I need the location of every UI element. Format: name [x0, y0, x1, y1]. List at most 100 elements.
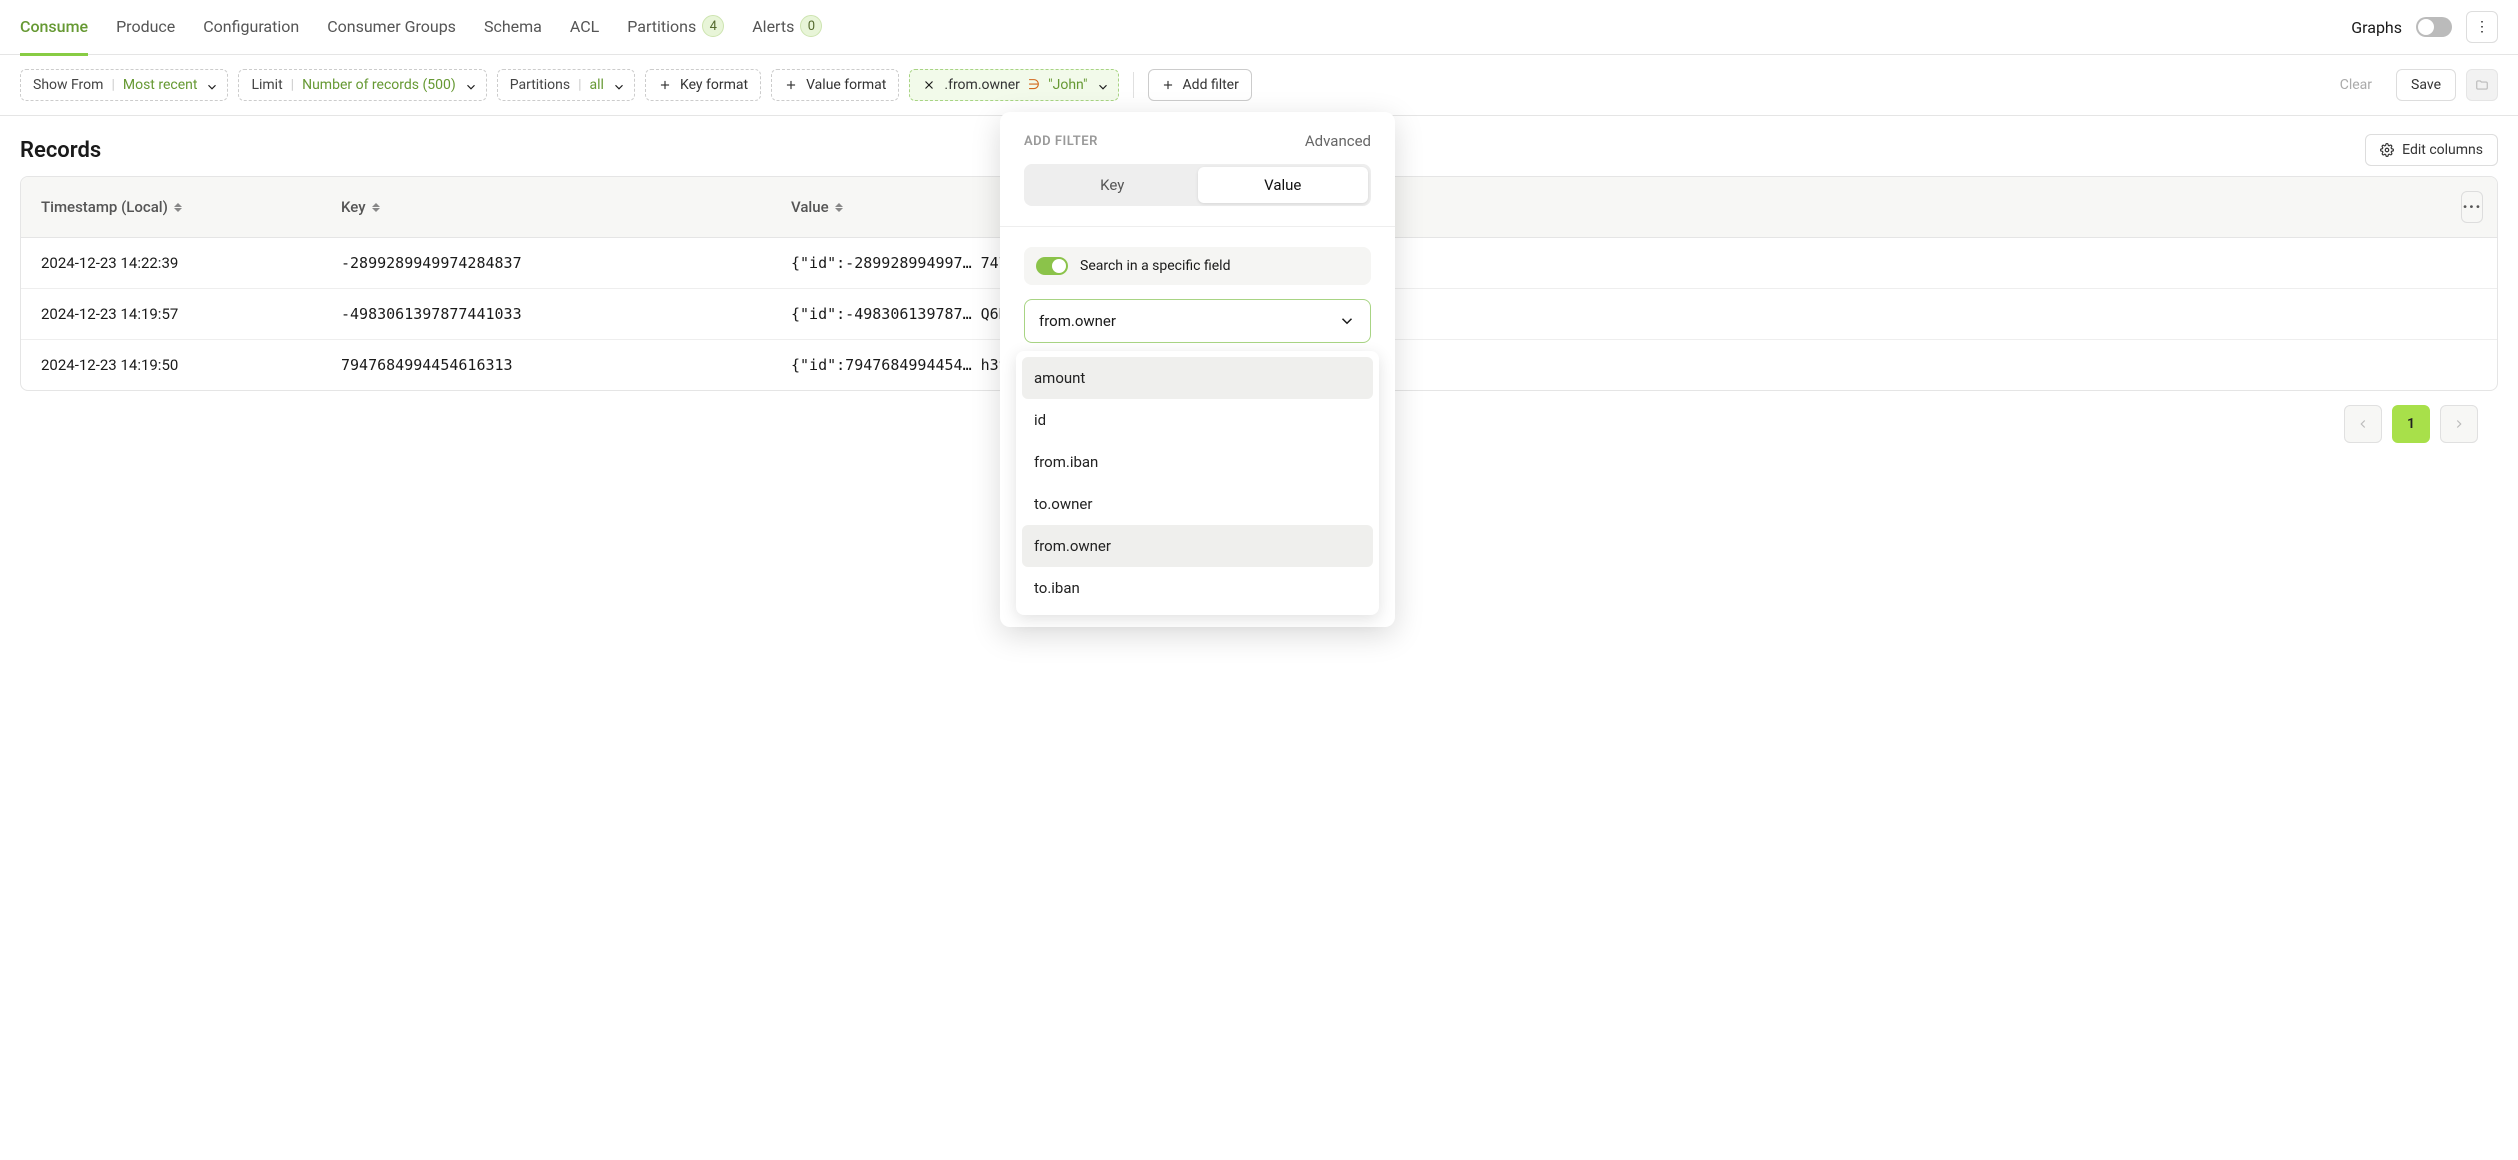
column-label: Value — [791, 198, 829, 216]
close-icon[interactable] — [922, 78, 936, 92]
key-format-chip[interactable]: Key format — [645, 69, 761, 101]
button-label: Edit columns — [2402, 142, 2483, 158]
popover-title: ADD FILTER — [1024, 134, 1098, 149]
cell-empty — [2447, 289, 2497, 339]
dropdown-option-to-iban[interactable]: to.iban — [1022, 567, 1373, 609]
tab-consumer-groups[interactable]: Consumer Groups — [327, 0, 456, 56]
filter-value: "John" — [1048, 77, 1087, 93]
search-field-toggle[interactable] — [1036, 257, 1068, 275]
plus-icon — [658, 78, 672, 92]
dots-icon: ··· — [2462, 197, 2481, 218]
chip-value: all — [590, 77, 604, 93]
tab-acl[interactable]: ACL — [570, 0, 599, 56]
add-filter-button[interactable]: Add filter — [1148, 69, 1252, 101]
plus-icon — [784, 78, 798, 92]
dropdown-option-to-owner[interactable]: to.owner — [1022, 483, 1373, 525]
column-menu: ··· — [2447, 177, 2497, 237]
tab-consume[interactable]: Consume — [20, 0, 88, 56]
more-menu-button[interactable]: ⋮ — [2466, 11, 2498, 43]
table-menu-button[interactable]: ··· — [2461, 191, 2482, 223]
tab-label: Schema — [484, 17, 542, 36]
clear-button[interactable]: Clear — [2326, 70, 2386, 100]
value-format-chip[interactable]: Value format — [771, 69, 899, 101]
tab-label: Consumer Groups — [327, 17, 456, 36]
page-1-button[interactable]: 1 — [2392, 405, 2430, 443]
chip-label: Show From — [33, 77, 103, 93]
chevron-down-icon — [1338, 312, 1356, 330]
separator — [1000, 226, 1395, 227]
chevron-down-icon — [205, 80, 215, 90]
advanced-link[interactable]: Advanced — [1305, 132, 1371, 150]
separator: | — [578, 77, 581, 93]
page-number: 1 — [2407, 416, 2415, 432]
tab-label: Produce — [116, 17, 175, 36]
tab-schema[interactable]: Schema — [484, 0, 542, 56]
graphs-label: Graphs — [2351, 18, 2402, 37]
chip-value: Number of records (500) — [302, 77, 456, 93]
segment-key[interactable]: Key — [1027, 167, 1198, 203]
edit-columns-button[interactable]: Edit columns — [2365, 134, 2498, 166]
select-value: from.owner — [1039, 312, 1116, 330]
tab-label: Consume — [20, 17, 88, 36]
dropdown-option-from-owner[interactable]: from.owner — [1022, 525, 1373, 567]
alerts-badge: 0 — [800, 15, 822, 37]
cell-empty — [2447, 238, 2497, 288]
next-page-button[interactable] — [2440, 405, 2478, 443]
cell-key: -4983061397877441033 — [321, 289, 771, 339]
chip-label: Value format — [806, 77, 886, 93]
column-key[interactable]: Key — [321, 177, 771, 237]
chevron-left-icon — [2356, 417, 2370, 431]
tabs-list: Consume Produce Configuration Consumer G… — [20, 0, 2351, 55]
chip-value: Most recent — [123, 77, 198, 93]
tab-alerts[interactable]: Alerts 0 — [752, 0, 822, 56]
graphs-toggle[interactable] — [2416, 17, 2452, 37]
folder-icon — [2475, 78, 2489, 92]
search-field-label: Search in a specific field — [1080, 258, 1230, 274]
tabs-right: Graphs ⋮ — [2351, 11, 2498, 43]
filter-path: .from.owner — [944, 77, 1020, 93]
filter-bar-right: Clear Save — [2326, 69, 2498, 101]
add-filter-popover: ADD FILTER Advanced Key Value Search in … — [1000, 112, 1395, 627]
sort-icon — [372, 203, 380, 212]
chevron-down-icon — [464, 80, 474, 90]
button-label: Clear — [2340, 77, 2372, 93]
prev-page-button[interactable] — [2344, 405, 2382, 443]
dropdown-option-from-iban[interactable]: from.iban — [1022, 441, 1373, 483]
divider — [1133, 72, 1134, 98]
chip-label: Key format — [680, 77, 748, 93]
folder-button[interactable] — [2466, 69, 2498, 101]
dropdown-option-id[interactable]: id — [1022, 399, 1373, 441]
search-field-row: Search in a specific field — [1024, 247, 1371, 285]
sort-icon — [174, 203, 182, 212]
chevron-down-icon — [612, 80, 622, 90]
tab-label: Alerts — [752, 17, 794, 36]
popover-header: ADD FILTER Advanced — [1000, 112, 1395, 164]
column-timestamp[interactable]: Timestamp (Local) — [21, 177, 321, 237]
plus-icon — [1161, 78, 1175, 92]
tab-label: ACL — [570, 17, 599, 36]
partitions-badge: 4 — [702, 15, 724, 37]
limit-chip[interactable]: Limit | Number of records (500) — [238, 69, 486, 101]
show-from-chip[interactable]: Show From | Most recent — [20, 69, 228, 101]
filter-bar: Show From | Most recent Limit | Number o… — [0, 55, 2518, 116]
cell-timestamp: 2024-12-23 14:19:50 — [21, 340, 321, 390]
tab-label: Configuration — [203, 17, 299, 36]
active-filter-chip[interactable]: .from.owner ∋ "John" — [909, 69, 1118, 101]
gear-icon — [2380, 143, 2394, 157]
partitions-chip[interactable]: Partitions | all — [497, 69, 635, 101]
field-select[interactable]: from.owner — [1024, 299, 1371, 343]
cell-timestamp: 2024-12-23 14:19:57 — [21, 289, 321, 339]
separator: | — [111, 77, 114, 93]
cell-timestamp: 2024-12-23 14:22:39 — [21, 238, 321, 288]
tab-produce[interactable]: Produce — [116, 0, 175, 56]
tabs-bar: Consume Produce Configuration Consumer G… — [0, 0, 2518, 55]
tab-configuration[interactable]: Configuration — [203, 0, 299, 56]
save-button[interactable]: Save — [2396, 69, 2456, 101]
tab-partitions[interactable]: Partitions 4 — [627, 0, 724, 56]
chip-label: Partitions — [510, 77, 570, 93]
segment-value[interactable]: Value — [1198, 167, 1369, 203]
separator: | — [291, 77, 294, 93]
cell-key: -2899289949974284837 — [321, 238, 771, 288]
dropdown-option-amount[interactable]: amount — [1022, 357, 1373, 399]
column-label: Timestamp (Local) — [41, 198, 168, 216]
